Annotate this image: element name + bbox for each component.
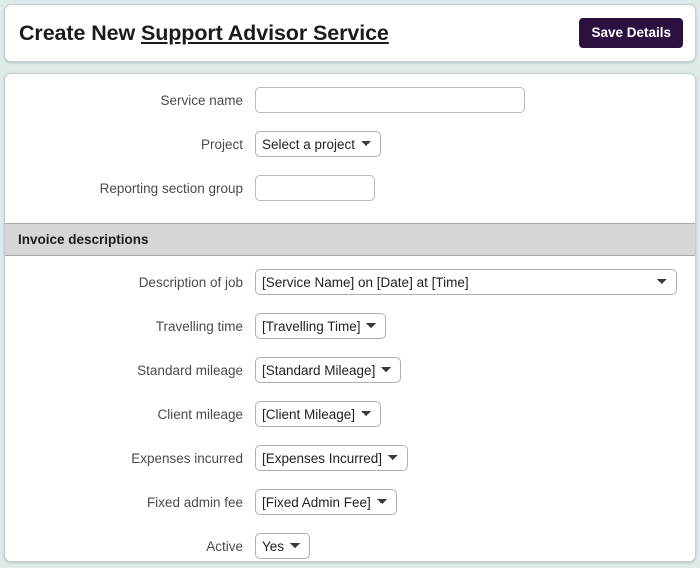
form-row-expenses-incurred: Expenses incurred [Expenses Incurred] — [5, 445, 695, 471]
form-row-project: Project Select a project — [5, 131, 695, 157]
control-description-of-job: [Service Name] on [Date] at [Time] — [255, 269, 689, 295]
page-root: Create New Support Advisor Service Save … — [0, 0, 700, 568]
label-service-name: Service name — [160, 92, 243, 108]
page-title: Create New Support Advisor Service — [19, 21, 389, 46]
form-row-standard-mileage: Standard mileage [Standard Mileage] — [5, 357, 695, 383]
description-of-job-select[interactable]: [Service Name] on [Date] at [Time] — [255, 269, 677, 295]
section-header-invoice-descriptions: Invoice descriptions — [5, 223, 695, 256]
reporting-section-group-input[interactable] — [255, 175, 375, 201]
form-row-travelling-time: Travelling time [Travelling Time] — [5, 313, 695, 339]
project-select[interactable]: Select a project — [255, 131, 381, 157]
label-standard-mileage: Standard mileage — [137, 362, 243, 378]
control-standard-mileage: [Standard Mileage] — [255, 357, 689, 383]
form-row-active: Active Yes — [5, 533, 695, 559]
control-reporting-section-group — [255, 175, 689, 201]
client-mileage-select[interactable]: [Client Mileage] — [255, 401, 381, 427]
service-form-panel: Service name Project Select a project Re… — [4, 73, 696, 562]
form-row-reporting-section-group: Reporting section group — [5, 175, 695, 201]
form-row-service-name: Service name — [5, 87, 695, 113]
expenses-incurred-select[interactable]: [Expenses Incurred] — [255, 445, 408, 471]
control-client-mileage: [Client Mileage] — [255, 401, 689, 427]
control-service-name — [255, 87, 689, 113]
form-row-client-mileage: Client mileage [Client Mileage] — [5, 401, 695, 427]
page-title-prefix: Create New — [19, 20, 141, 45]
control-travelling-time: [Travelling Time] — [255, 313, 689, 339]
label-active: Active — [206, 538, 243, 554]
control-active: Yes — [255, 533, 689, 559]
fixed-admin-fee-select[interactable]: [Fixed Admin Fee] — [255, 489, 397, 515]
control-fixed-admin-fee: [Fixed Admin Fee] — [255, 489, 689, 515]
page-title-emphasis: Support Advisor Service — [140, 20, 389, 45]
save-details-button[interactable]: Save Details — [579, 17, 683, 49]
label-client-mileage: Client mileage — [157, 406, 243, 422]
control-project: Select a project — [255, 131, 689, 157]
label-fixed-admin-fee: Fixed admin fee — [146, 494, 243, 510]
active-select[interactable]: Yes — [255, 533, 310, 559]
form-row-fixed-admin-fee: Fixed admin fee [Fixed Admin Fee] — [5, 489, 695, 515]
label-reporting-section-group: Reporting section group — [99, 180, 243, 196]
label-project: Project — [200, 136, 243, 152]
control-expenses-incurred: [Expenses Incurred] — [255, 445, 689, 471]
service-name-input[interactable] — [255, 87, 525, 113]
travelling-time-select[interactable]: [Travelling Time] — [255, 313, 386, 339]
label-travelling-time: Travelling time — [155, 318, 243, 334]
standard-mileage-select[interactable]: [Standard Mileage] — [255, 357, 401, 383]
label-description-of-job: Description of job — [138, 274, 243, 290]
label-expenses-incurred: Expenses incurred — [131, 450, 243, 466]
page-header: Create New Support Advisor Service Save … — [4, 4, 696, 62]
form-row-description-of-job: Description of job [Service Name] on [Da… — [5, 269, 695, 295]
